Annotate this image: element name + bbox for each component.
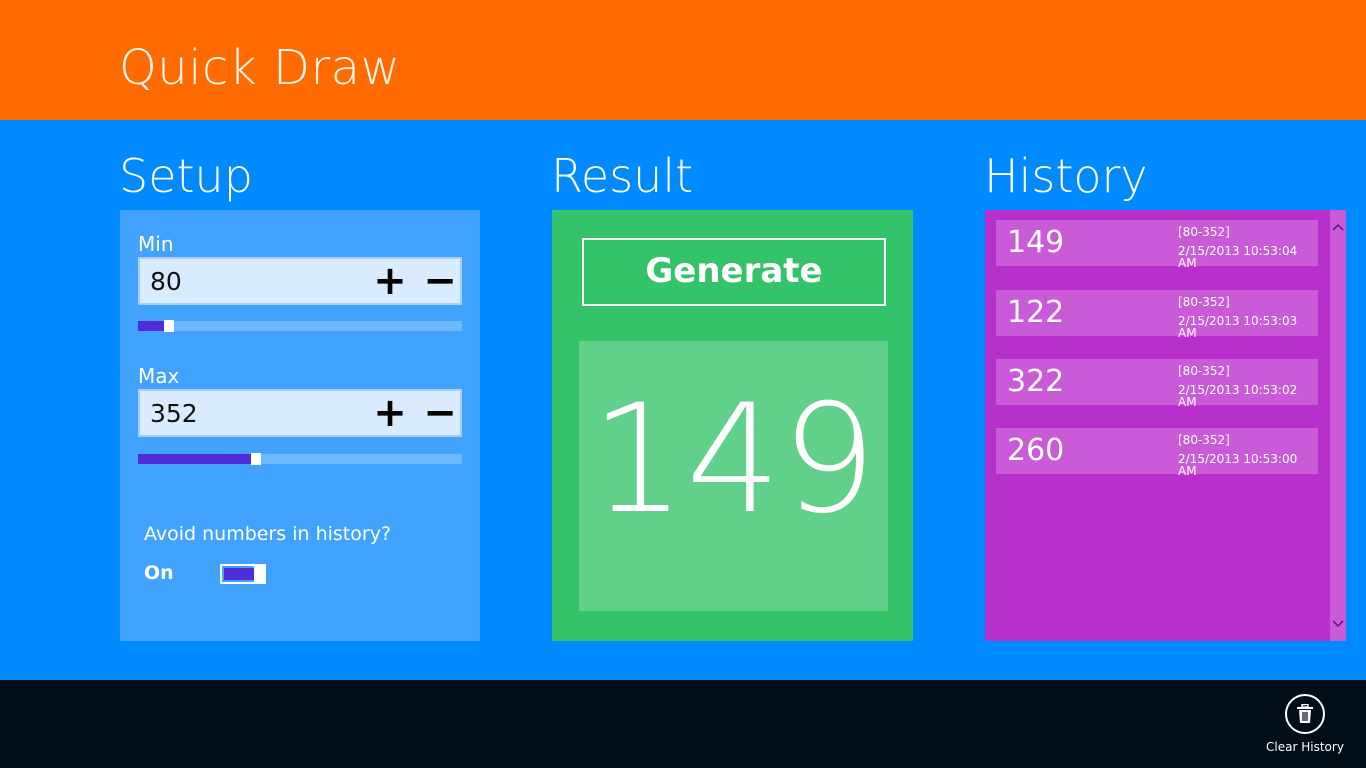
max-input[interactable]: 352: [150, 400, 198, 428]
app-bar: Clear History: [0, 680, 1366, 768]
min-decrement-button[interactable]: −: [420, 261, 460, 301]
title-bar: Quick Draw: [0, 0, 1366, 120]
chevron-up-icon[interactable]: [1330, 220, 1346, 234]
avoid-history-toggle[interactable]: [220, 564, 266, 584]
max-slider-thumb[interactable]: [251, 453, 261, 465]
min-slider-thumb[interactable]: [164, 320, 174, 332]
min-input[interactable]: 80: [150, 268, 182, 296]
history-item[interactable]: 260 [80-352] 2/15/2013 10:53:00 AM: [996, 428, 1318, 478]
min-increment-button[interactable]: +: [370, 261, 410, 301]
min-number-box: 80 + −: [138, 257, 462, 305]
max-label: Max: [138, 364, 180, 388]
setup-panel: Min 80 + − Max 352 + − Avoid numbers in …: [120, 210, 480, 641]
max-increment-button[interactable]: +: [370, 393, 410, 433]
history-scrollbar[interactable]: [1330, 210, 1346, 641]
chevron-down-icon[interactable]: [1330, 617, 1346, 631]
history-item[interactable]: 149 [80-352] 2/15/2013 10:53:04 AM: [996, 220, 1318, 270]
trash-icon: [1285, 694, 1325, 734]
max-number-box: 352 + −: [138, 389, 462, 437]
min-label: Min: [138, 232, 174, 256]
history-time: 2/15/2013 10:53:04 AM: [1178, 244, 1298, 270]
history-number: 260: [1007, 433, 1065, 468]
clear-history-button[interactable]: Clear History: [1262, 694, 1348, 764]
avoid-history-label: Avoid numbers in history?: [144, 523, 392, 545]
toggle-fill: [224, 568, 254, 580]
generate-button[interactable]: Generate: [582, 238, 886, 306]
history-number: 149: [1007, 225, 1065, 260]
setup-heading: Setup: [119, 149, 253, 203]
max-decrement-button[interactable]: −: [420, 393, 460, 433]
history-panel: 149 [80-352] 2/15/2013 10:53:04 AM 122 […: [985, 210, 1346, 641]
result-number: 149: [590, 373, 877, 547]
toggle-knob: [254, 566, 264, 582]
history-range: [80-352]: [1178, 364, 1230, 378]
app-title: Quick Draw: [119, 40, 401, 96]
history-heading: History: [984, 149, 1148, 203]
history-item[interactable]: 122 [80-352] 2/15/2013 10:53:03 AM: [996, 290, 1318, 340]
history-time: 2/15/2013 10:53:03 AM: [1178, 314, 1298, 340]
history-time: 2/15/2013 10:53:02 AM: [1178, 383, 1298, 409]
result-display: 149: [579, 341, 888, 611]
history-time: 2/15/2013 10:53:00 AM: [1178, 452, 1298, 478]
min-slider[interactable]: [138, 320, 462, 332]
max-slider[interactable]: [138, 453, 462, 465]
history-number: 322: [1007, 364, 1065, 399]
clear-history-label: Clear History: [1266, 740, 1344, 754]
min-slider-fill: [138, 321, 164, 331]
history-range: [80-352]: [1178, 433, 1230, 447]
history-item[interactable]: 322 [80-352] 2/15/2013 10:53:02 AM: [996, 359, 1318, 409]
history-range: [80-352]: [1178, 295, 1230, 309]
avoid-history-state: On: [144, 562, 174, 584]
max-slider-fill: [138, 454, 251, 464]
history-range: [80-352]: [1178, 225, 1230, 239]
result-panel: Generate 149: [552, 210, 913, 641]
history-number: 122: [1007, 295, 1065, 330]
result-heading: Result: [551, 149, 694, 203]
